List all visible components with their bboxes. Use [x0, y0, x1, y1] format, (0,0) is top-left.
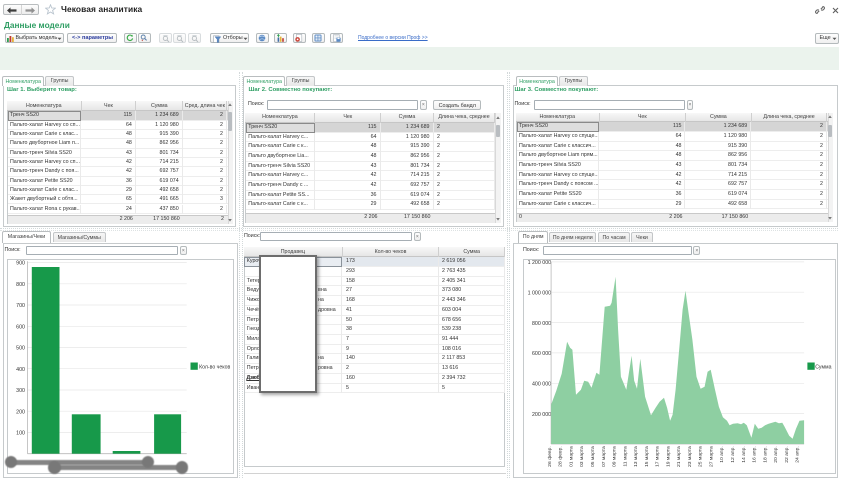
- svg-text:16 апр.: 16 апр.: [752, 446, 758, 463]
- svg-text:13 марта: 13 марта: [633, 446, 639, 467]
- svg-text:07 марта: 07 марта: [601, 446, 607, 467]
- svg-text:23 марта: 23 марта: [687, 446, 693, 467]
- svg-text:Сумма: Сумма: [816, 365, 832, 371]
- svg-text:20 апр.: 20 апр.: [773, 446, 779, 463]
- svg-text:01 марта: 01 марта: [569, 446, 575, 467]
- svg-text:600: 600: [16, 325, 25, 331]
- svg-text:800 000: 800 000: [532, 321, 551, 327]
- svg-text:400 000: 400 000: [532, 382, 551, 388]
- svg-text:700: 700: [16, 303, 25, 309]
- svg-text:200: 200: [16, 410, 25, 416]
- svg-text:26 февр.: 26 февр.: [547, 446, 553, 467]
- svg-text:800: 800: [16, 282, 25, 288]
- svg-text:11 марта: 11 марта: [623, 446, 629, 467]
- svg-text:300: 300: [16, 388, 25, 394]
- svg-text:14 апр.: 14 апр.: [741, 446, 747, 463]
- svg-text:100: 100: [16, 431, 25, 437]
- svg-text:09 марта: 09 марта: [612, 446, 618, 467]
- svg-text:400: 400: [16, 367, 25, 373]
- svg-text:05 марта: 05 марта: [590, 446, 596, 467]
- svg-text:200 000: 200 000: [532, 412, 551, 418]
- svg-text:27 марта: 27 марта: [709, 446, 715, 467]
- svg-text:03 марта: 03 марта: [580, 446, 586, 467]
- svg-text:25 марта: 25 марта: [698, 446, 704, 467]
- svg-text:18 апр.: 18 апр.: [763, 446, 769, 463]
- svg-text:22 апр.: 22 апр.: [784, 446, 790, 463]
- svg-text:24 апр.: 24 апр.: [795, 446, 801, 463]
- svg-text:28 февр.: 28 февр.: [558, 446, 564, 467]
- svg-text:17 марта: 17 марта: [655, 446, 661, 467]
- svg-text:19 марта: 19 марта: [666, 446, 672, 467]
- svg-text:1 200 000: 1 200 000: [528, 260, 552, 266]
- svg-text:15 марта: 15 марта: [644, 446, 650, 467]
- svg-text:10 апр.: 10 апр.: [720, 446, 726, 463]
- svg-text:900: 900: [16, 261, 25, 267]
- svg-text:21 марта: 21 марта: [676, 446, 682, 467]
- svg-text:12 апр.: 12 апр.: [730, 446, 736, 463]
- svg-text:600 000: 600 000: [532, 351, 551, 357]
- svg-text:500: 500: [16, 346, 25, 352]
- svg-text:1 000 000: 1 000 000: [528, 291, 552, 297]
- svg-text:Кол-во чеков: Кол-во чеков: [199, 365, 230, 371]
